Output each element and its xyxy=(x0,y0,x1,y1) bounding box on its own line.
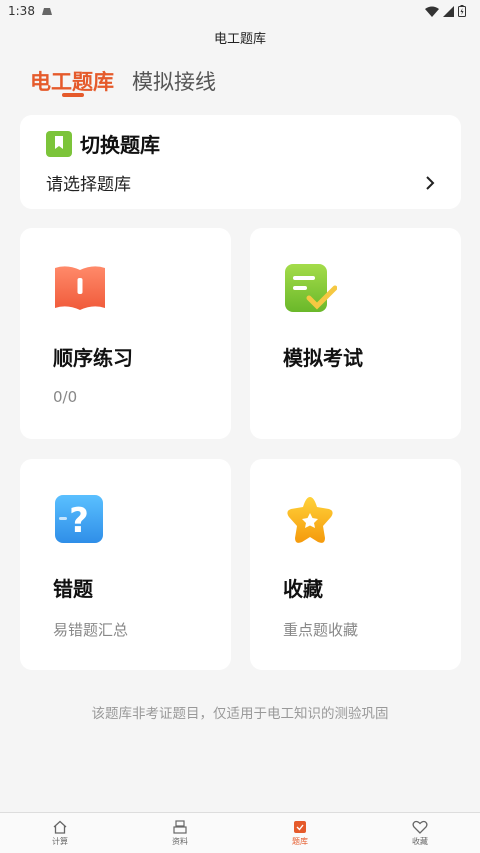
heart-icon xyxy=(412,820,428,834)
wifi-icon xyxy=(425,6,439,17)
disclaimer-text: 该题库非考证题目，仅适用于电工知识的测验巩固 xyxy=(91,706,389,722)
nav-item-materials[interactable]: 资料 xyxy=(132,819,228,847)
mock-exam-card[interactable]: 模拟考试 xyxy=(250,228,461,439)
sequential-practice-card[interactable]: 顺序练习 0/0 xyxy=(20,228,231,439)
nav-item-calculate[interactable]: 计算 xyxy=(12,820,108,847)
bottom-nav: 计算 资料 题库 收藏 xyxy=(0,812,480,853)
nav-item-favorites[interactable]: 收藏 xyxy=(372,820,468,847)
mistakes-subtitle: 易错题汇总 xyxy=(53,621,129,639)
open-book-icon xyxy=(55,266,105,310)
bookmark-icon xyxy=(46,130,72,157)
nav-label-materials: 资料 xyxy=(172,836,188,846)
mistakes-title: 错题 xyxy=(53,577,93,601)
favorites-subtitle: 重点题收藏 xyxy=(283,621,359,639)
app-title: 电工题库 xyxy=(213,32,266,47)
mock-exam-title: 模拟考试 xyxy=(283,346,363,370)
nav-label-favorites: 收藏 xyxy=(412,836,428,846)
question-bank-icon xyxy=(294,820,306,833)
mistakes-card[interactable]: ? 错题 易错题汇总 xyxy=(20,459,231,670)
sequential-practice-title: 顺序练习 xyxy=(53,346,133,370)
switch-bank-card[interactable]: 切换题库 请选择题库 xyxy=(20,115,461,209)
status-time: 1:38 xyxy=(8,4,35,18)
signal-icon xyxy=(443,5,454,17)
status-bar: 1:38 xyxy=(0,0,480,22)
chevron-right-icon xyxy=(426,175,435,190)
document-icon xyxy=(173,819,187,834)
home-icon xyxy=(53,820,67,834)
select-bank-row[interactable]: 请选择题库 xyxy=(46,170,435,195)
tab-electrician-bank[interactable]: 电工题库 xyxy=(30,66,114,96)
battery-icon xyxy=(458,5,466,17)
checklist-icon xyxy=(285,264,337,312)
star-icon xyxy=(287,497,333,543)
tab-indicator xyxy=(62,93,84,97)
select-bank-label: 请选择题库 xyxy=(46,175,131,195)
nav-label-calculate: 计算 xyxy=(52,836,68,846)
switch-bank-title: 切换题库 xyxy=(80,133,160,157)
tab-bar: 电工题库 模拟接线 xyxy=(30,66,216,96)
sequential-practice-progress: 0/0 xyxy=(53,388,78,406)
favorites-title: 收藏 xyxy=(283,577,323,601)
favorites-card[interactable]: 收藏 重点题收藏 xyxy=(250,459,461,670)
question-mark-icon: ? xyxy=(55,495,103,543)
tab-wiring-simulation[interactable]: 模拟接线 xyxy=(132,66,216,96)
nav-item-question-bank[interactable]: 题库 xyxy=(252,820,348,847)
svg-text:?: ? xyxy=(69,501,89,541)
nav-label-question-bank: 题库 xyxy=(292,836,308,846)
notification-icon xyxy=(41,8,52,15)
